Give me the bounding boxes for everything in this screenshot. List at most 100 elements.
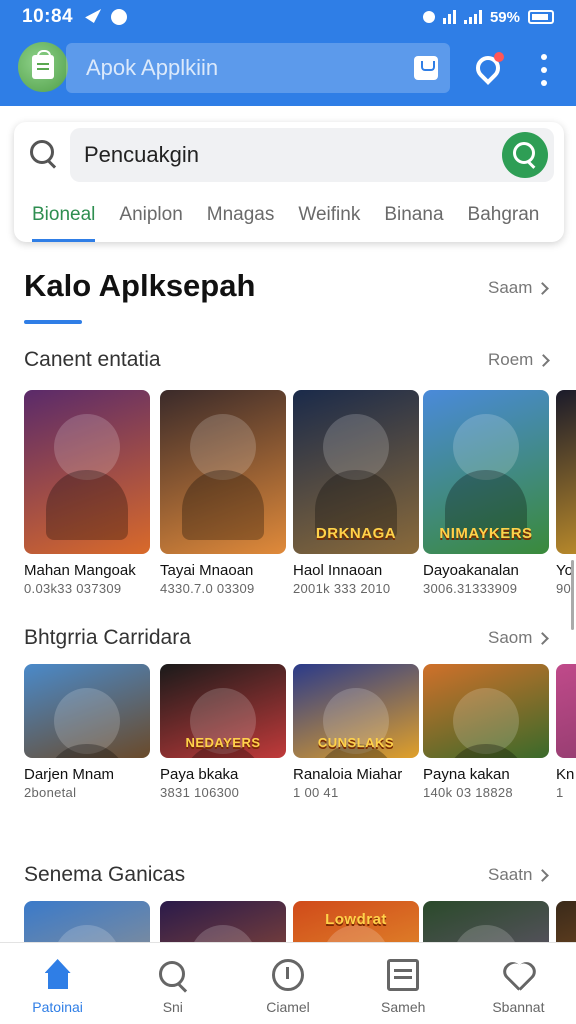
app-subtitle: 0.03k33 037309 [24, 581, 122, 596]
wifi-icon [442, 10, 456, 24]
signal-icon [463, 10, 482, 24]
app-thumbnail[interactable] [556, 901, 576, 943]
section-title: Senema Ganicas [24, 863, 186, 886]
app-title: Dayoakanalan [423, 562, 519, 579]
chevron-right-icon [536, 868, 550, 882]
app-card[interactable]: Darjen Mnam 2bonetal [24, 664, 150, 800]
app-thumbnail[interactable] [24, 901, 150, 943]
search-card: Pencuakgin Bioneal Aniplon Mnagas Weifink Bi… [14, 122, 564, 242]
heart-icon [502, 959, 534, 991]
status-bar: 10:84 59% [0, 0, 576, 34]
chevron-right-icon [536, 281, 550, 295]
game-logo-text: NIMAYKERS [439, 525, 533, 542]
app-card[interactable]: CUNSLAKS Ranaloia Miahar 1 00 41 [293, 664, 419, 800]
clock-icon [272, 959, 304, 991]
scrollbar[interactable] [571, 560, 574, 630]
game-logo-text: Lowdrat [325, 911, 387, 928]
search-input[interactable]: Pencuakgin [70, 128, 554, 182]
app-thumbnail[interactable] [24, 664, 150, 758]
app-subtitle: 3831 106300 [160, 785, 240, 800]
nav-item-2[interactable]: Ciamel [230, 943, 345, 1024]
app-logo-icon[interactable] [18, 42, 68, 92]
app-thumbnail[interactable] [556, 664, 576, 758]
app-thumbnail[interactable] [160, 390, 286, 554]
app-thumbnail[interactable] [556, 390, 576, 554]
tab-4[interactable]: Binana [384, 192, 443, 242]
app-card[interactable]: Lowdrat [293, 901, 419, 943]
app-thumbnail[interactable] [160, 901, 286, 943]
nav-item-3[interactable]: Sameh [346, 943, 461, 1024]
search-icon [157, 959, 189, 991]
app-thumbnail[interactable] [423, 664, 549, 758]
app-bar-search[interactable]: Apok Applkiin [66, 43, 450, 93]
app-card[interactable]: Kn 1 [556, 664, 576, 800]
app-thumbnail[interactable]: CUNSLAKS [293, 664, 419, 758]
bluetooth-icon [422, 11, 435, 23]
app-subtitle: 1 00 41 [293, 785, 339, 800]
app-card[interactable] [556, 901, 576, 943]
app-card[interactable]: NEDAYERS Paya bkaka 3831 106300 [160, 664, 286, 800]
app-card[interactable]: Tayai Mnaoan 4330.7.0 03309 [160, 390, 286, 596]
app-title: Paya bkaka [160, 766, 239, 783]
nav-label: Sameh [381, 999, 426, 1015]
telegram-icon [85, 9, 102, 23]
app-thumbnail[interactable]: NIMAYKERS [423, 390, 549, 554]
headline-see-all[interactable]: Saam [488, 278, 550, 298]
app-card[interactable]: DRKNAGA Haol Innaoan 2001k 333 2010 [293, 390, 419, 596]
app-card[interactable]: NIMAYKERS Dayoakanalan 3006.31333909 [423, 390, 549, 596]
app-subtitle: 2001k 333 2010 [293, 581, 391, 596]
battery-text: 59% [489, 8, 520, 26]
tab-3[interactable]: Weifink [298, 192, 360, 242]
section-see-all[interactable]: Saatn [488, 865, 550, 885]
app-thumbnail[interactable]: DRKNAGA [293, 390, 419, 554]
app-card[interactable]: Mahan Mangoak 0.03k33 037309 [24, 390, 150, 596]
app-bar-search-placeholder: Apok Applkiin [86, 55, 219, 80]
search-icon [28, 138, 62, 172]
tab-6[interactable]: Pa [563, 192, 564, 242]
app-thumbnail[interactable] [423, 901, 549, 943]
store-icon[interactable] [414, 56, 438, 80]
search-submit-button[interactable] [502, 132, 548, 178]
tab-1[interactable]: Aniplon [119, 192, 182, 242]
status-time: 10:84 [22, 6, 74, 27]
section-see-all[interactable]: Saom [488, 628, 550, 648]
tab-0[interactable]: Bioneal [32, 192, 96, 242]
app-title: Haol Innaoan [293, 562, 383, 579]
nav-label: Sbannat [492, 999, 545, 1015]
nav-label: Sni [162, 999, 183, 1015]
app-notification-icon [111, 9, 128, 25]
tab-5[interactable]: Bahgran [468, 192, 540, 242]
game-logo-text: DRKNAGA [315, 525, 397, 542]
notification-button[interactable] [470, 48, 506, 88]
nav-item-1[interactable]: Sni [115, 943, 230, 1024]
app-title: Darjen Mnam [24, 766, 115, 783]
game-logo-text: CUNSLAKS [317, 735, 395, 750]
nav-item-4[interactable]: Sbannat [461, 943, 576, 1024]
category-tabs: Bioneal Aniplon Mnagas Weifink Binana Bahgran… [14, 192, 564, 242]
app-bar: Apok Applkiin [0, 34, 576, 106]
app-row: Darjen Mnam 2bonetal NEDAYERS Paya bkaka 383… [24, 664, 576, 874]
app-card[interactable] [24, 901, 150, 943]
game-logo-text: NEDAYERS [185, 735, 261, 750]
nav-label: Patoinai [32, 999, 83, 1015]
title-underline [24, 320, 82, 324]
tab-2[interactable]: Mnagas [207, 192, 275, 242]
section-see-all[interactable]: Roem [488, 350, 551, 370]
nav-item-0[interactable]: Patoinai [0, 943, 115, 1024]
search-go-icon [502, 132, 548, 178]
app-card[interactable]: Payna kakan 140k 03 18828 [423, 664, 549, 800]
section-title: Bhtgrria Carridara [24, 626, 191, 649]
app-subtitle: 3006.31333909 [423, 581, 518, 596]
app-thumbnail[interactable] [24, 390, 150, 554]
app-card[interactable] [423, 901, 549, 943]
app-title: Tayai Mnaoan [160, 562, 254, 579]
app-title: Ranaloia Miahar [293, 766, 403, 783]
app-thumbnail[interactable]: Lowdrat [293, 901, 419, 943]
app-title: Payna kakan [423, 766, 510, 783]
more-options-button[interactable] [530, 54, 558, 86]
app-row: Mahan Mangoak 0.03k33 037309 Tayai Mnaoan 4… [24, 390, 576, 600]
app-card[interactable] [160, 901, 286, 943]
app-title: Kn [556, 766, 575, 783]
app-subtitle: 4330.7.0 03309 [160, 581, 255, 596]
app-thumbnail[interactable]: NEDAYERS [160, 664, 286, 758]
